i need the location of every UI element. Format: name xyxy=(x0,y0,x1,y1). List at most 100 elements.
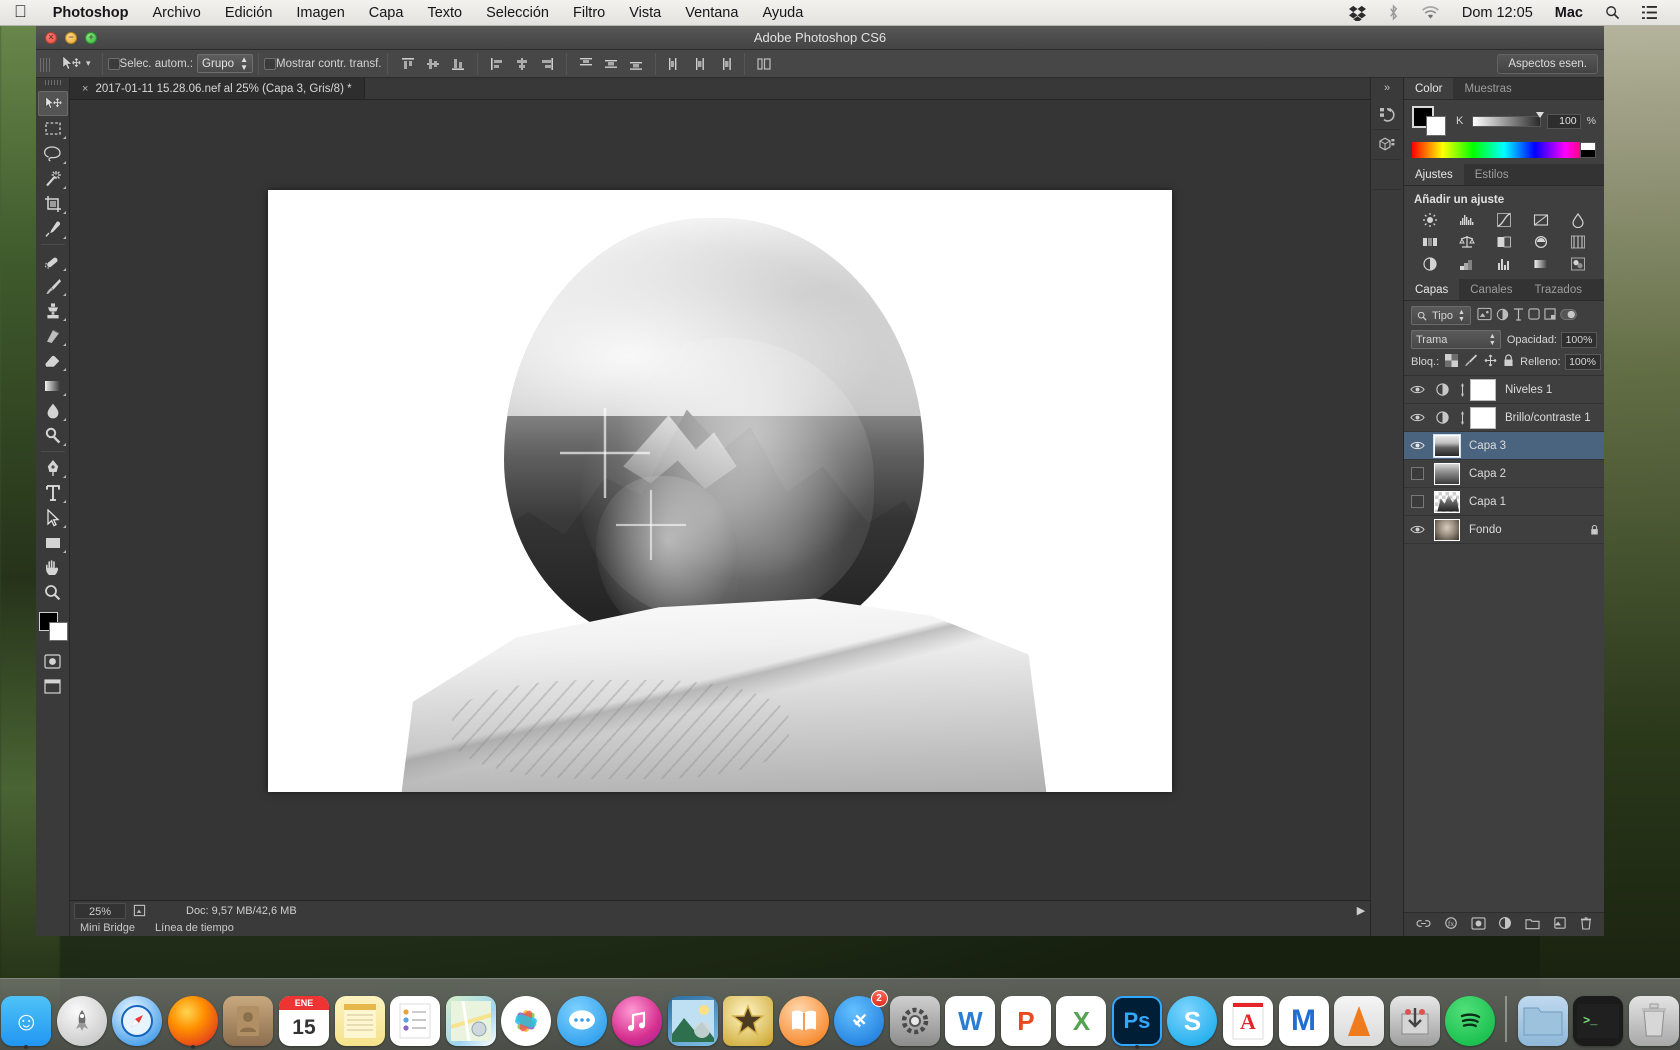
3d-icon[interactable] xyxy=(1373,130,1401,160)
zoom-level-field[interactable]: 25% xyxy=(74,902,126,919)
extra-panel-icon[interactable] xyxy=(1373,160,1401,190)
dock-item-powerpoint[interactable]: P xyxy=(1000,992,1053,1046)
menu-item-filtro[interactable]: Filtro xyxy=(561,5,617,21)
status-expand-arrow[interactable]: ▶ xyxy=(1352,904,1370,917)
filter-adjustment-layers-icon[interactable] xyxy=(1496,308,1509,324)
k-slider-thumb[interactable] xyxy=(1535,111,1544,118)
menu-bar-user[interactable]: Mac xyxy=(1544,5,1594,21)
layer-visibility-toggle[interactable] xyxy=(1404,440,1430,451)
layer-visibility-toggle[interactable] xyxy=(1404,467,1430,480)
dropbox-icon[interactable] xyxy=(1338,5,1377,21)
dock-item-reminders[interactable] xyxy=(389,992,442,1046)
history-brush-tool[interactable] xyxy=(38,323,68,348)
close-tab-icon[interactable]: × xyxy=(82,83,88,95)
gradient-tool[interactable] xyxy=(38,373,68,398)
pen-tool[interactable] xyxy=(38,455,68,480)
k-value-field[interactable]: 100 xyxy=(1546,113,1581,129)
filter-shape-layers-icon[interactable] xyxy=(1528,308,1540,323)
black-white-icon[interactable] xyxy=(1486,233,1521,251)
delete-layer-icon[interactable] xyxy=(1580,916,1592,933)
layer-filter-type-dropdown[interactable]: Tipo ▲ ▼ xyxy=(1411,306,1471,325)
color-panel-swatches[interactable] xyxy=(1412,106,1450,136)
distribute-left-edges-icon[interactable] xyxy=(664,54,686,74)
black-white-picker[interactable] xyxy=(1580,142,1596,158)
layer-visibility-toggle[interactable] xyxy=(1404,495,1430,508)
dock-item-appstore[interactable]: 2 xyxy=(833,990,888,1046)
dock-item-contacts[interactable] xyxy=(222,992,275,1046)
dock-item-photoshop[interactable]: Ps xyxy=(1111,992,1164,1049)
hue-saturation-icon[interactable] xyxy=(1412,233,1447,251)
move-tool[interactable] xyxy=(37,91,68,116)
new-layer-icon[interactable] xyxy=(1553,916,1567,933)
eraser-tool[interactable] xyxy=(38,348,68,373)
layer-thumbnail[interactable] xyxy=(1434,518,1460,541)
align-right-edges-icon[interactable] xyxy=(536,54,558,74)
dock-item-word[interactable]: W xyxy=(944,992,997,1046)
current-tool-preset[interactable]: ▾ xyxy=(54,53,97,75)
blur-tool[interactable] xyxy=(38,398,68,423)
dock-item-documents-stack[interactable]: >_ xyxy=(1572,992,1625,1046)
dock-item-notes[interactable] xyxy=(333,992,386,1046)
table-row[interactable]: Niveles 1 xyxy=(1404,376,1604,404)
dock-item-calendar[interactable]: ENE 15 xyxy=(278,992,331,1046)
dock-item-messages[interactable] xyxy=(555,992,608,1046)
menu-item-vista[interactable]: Vista xyxy=(617,5,673,21)
brightness-contrast-icon[interactable] xyxy=(1412,211,1447,229)
background-color-swatch[interactable] xyxy=(1426,116,1446,136)
layer-name[interactable]: Niveles 1 xyxy=(1499,384,1604,396)
k-channel-slider[interactable] xyxy=(1472,111,1544,127)
dock-item-ibooks[interactable] xyxy=(777,992,830,1046)
workspace-switcher-button[interactable]: Aspectos esen. xyxy=(1497,53,1598,74)
show-transform-controls-checkbox[interactable] xyxy=(264,57,277,70)
lock-transparent-pixels-icon[interactable] xyxy=(1445,353,1459,370)
dock-item-preview[interactable] xyxy=(666,992,719,1046)
auto-align-layers-icon[interactable] xyxy=(753,54,775,74)
dock-item-acrobat-reader[interactable]: A xyxy=(1222,992,1275,1046)
gradient-map-icon[interactable] xyxy=(1524,255,1559,273)
tab-linea-de-tiempo[interactable]: Línea de tiempo xyxy=(145,922,244,934)
search-icon[interactable] xyxy=(1594,5,1631,20)
layer-visibility-toggle[interactable] xyxy=(1404,384,1430,395)
lock-position-icon[interactable] xyxy=(1484,354,1497,370)
dock-item-launchpad[interactable] xyxy=(56,992,109,1046)
brush-tool[interactable] xyxy=(38,273,68,298)
opacity-value-field[interactable]: 100% xyxy=(1561,331,1597,348)
distribute-bottom-edges-icon[interactable] xyxy=(625,54,647,74)
lock-all-icon[interactable] xyxy=(1503,353,1514,370)
curves-icon[interactable] xyxy=(1486,211,1521,229)
dock-item-excel[interactable]: X xyxy=(1055,992,1108,1046)
layer-thumbnail[interactable] xyxy=(1434,490,1460,513)
blend-mode-dropdown[interactable]: Trama ▲ ▼ xyxy=(1411,330,1501,349)
table-row[interactable]: Capa 2 xyxy=(1404,460,1604,488)
magic-wand-tool[interactable] xyxy=(38,166,68,191)
rectangle-tool[interactable] xyxy=(38,530,68,555)
bluetooth-icon[interactable] xyxy=(1377,4,1410,21)
dock-item-imovie[interactable] xyxy=(722,992,775,1046)
document-tab[interactable]: × 2017-01-11 15.28.06.nef al 25% (Capa 3… xyxy=(70,78,365,99)
new-fill-adjustment-icon[interactable] xyxy=(1498,916,1512,933)
clone-stamp-tool[interactable] xyxy=(38,298,68,323)
filter-pixel-layers-icon[interactable] xyxy=(1477,307,1492,324)
history-icon[interactable] xyxy=(1373,100,1401,130)
menu-item-ventana[interactable]: Ventana xyxy=(673,5,750,21)
link-layers-icon[interactable] xyxy=(1416,917,1431,933)
photo-filter-icon[interactable] xyxy=(1524,233,1559,251)
layer-thumbnail[interactable] xyxy=(1433,433,1461,458)
spot-healing-brush-tool[interactable] xyxy=(38,248,68,273)
posterize-icon[interactable] xyxy=(1449,255,1484,273)
auto-select-checkbox[interactable] xyxy=(107,57,120,70)
vibrance-icon[interactable] xyxy=(1561,211,1596,229)
layer-visibility-toggle[interactable] xyxy=(1404,412,1430,423)
menu-item-photoshop[interactable]: Photoshop xyxy=(41,5,141,21)
dock-item-malwarebytes[interactable]: M xyxy=(1277,992,1330,1046)
zoom-button[interactable]: + xyxy=(85,31,97,44)
hand-tool[interactable] xyxy=(38,555,68,580)
layer-name[interactable]: Capa 3 xyxy=(1463,440,1604,452)
filter-type-layers-icon[interactable] xyxy=(1513,307,1524,324)
horizontal-type-tool[interactable] xyxy=(38,480,68,505)
document-thumbnail-icon[interactable] xyxy=(126,904,152,917)
menu-item-ayuda[interactable]: Ayuda xyxy=(750,5,815,21)
align-horizontal-centers-icon[interactable] xyxy=(511,54,533,74)
layer-style-icon[interactable]: fx xyxy=(1444,916,1458,933)
color-swatches-tool[interactable] xyxy=(38,611,68,641)
